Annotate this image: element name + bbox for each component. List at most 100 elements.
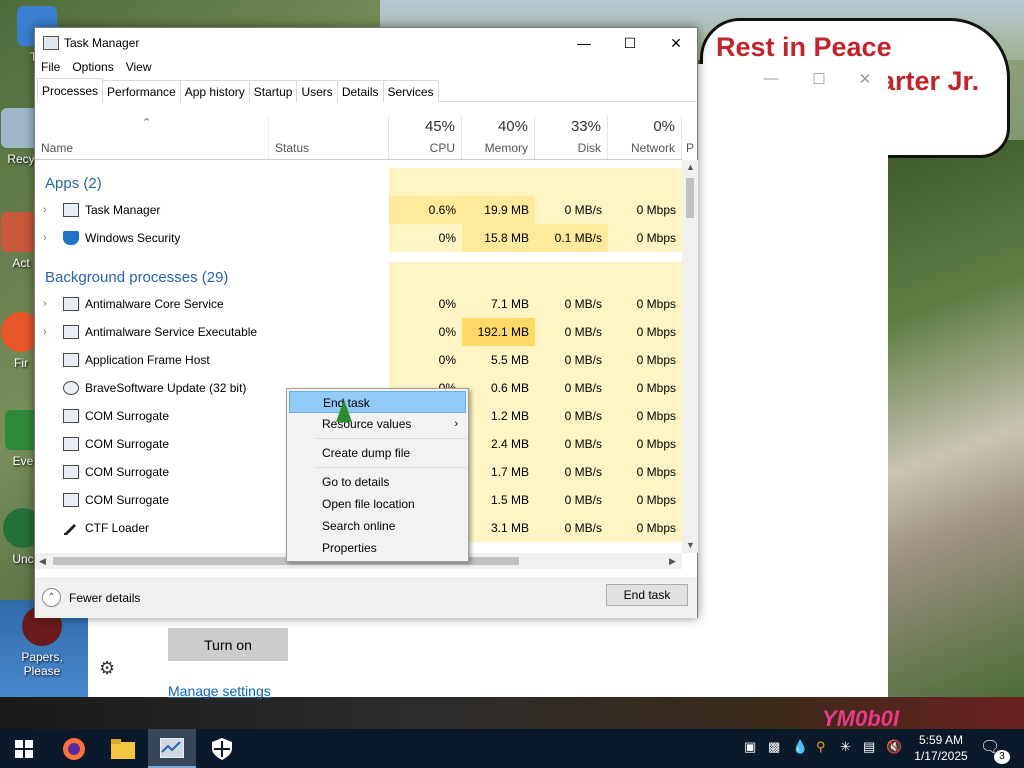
- network-cell: 0 Mbps: [608, 374, 682, 402]
- memory-cell: 15.8 MB: [462, 224, 535, 252]
- chevron-right-icon[interactable]: ›: [43, 326, 47, 338]
- vertical-scrollbar[interactable]: ▲ ▼: [682, 160, 698, 553]
- folder-icon: [111, 738, 135, 759]
- network-cell: 0 Mbps: [608, 224, 682, 252]
- process-name: COM Surrogate: [85, 465, 170, 479]
- system-clock[interactable]: 5:59 AM 1/17/2025: [908, 732, 974, 764]
- column-header-power[interactable]: P: [682, 116, 698, 159]
- network-cell: 0 Mbps: [608, 318, 682, 346]
- column-header-network[interactable]: 0% Network: [608, 116, 682, 159]
- tab-bar: Processes Performance App history Startu…: [37, 78, 697, 102]
- scroll-right-icon[interactable]: ▶: [669, 556, 676, 567]
- menu-bar: File Options View: [35, 58, 158, 78]
- disk-cell: 0 MB/s: [535, 346, 608, 374]
- column-header-memory[interactable]: 40% Memory: [462, 116, 535, 159]
- scroll-up-icon[interactable]: ▲: [686, 162, 695, 172]
- menu-options[interactable]: Options: [66, 58, 119, 78]
- start-button[interactable]: [0, 729, 48, 768]
- taskbar-task-manager[interactable]: [148, 729, 196, 768]
- chevron-right-icon[interactable]: ›: [43, 298, 47, 310]
- tray-app-icon[interactable]: ▩: [768, 739, 780, 755]
- tab-app-history[interactable]: App history: [179, 80, 250, 102]
- table-row[interactable]: › Windows Security 0% 15.8 MB 0.1 MB/s 0…: [35, 224, 682, 252]
- memory-cell: 1.7 MB: [462, 458, 535, 486]
- tray-monitor-icon[interactable]: ▣: [744, 739, 756, 755]
- tab-users[interactable]: Users: [296, 80, 338, 102]
- disk-cell: 0 MB/s: [535, 430, 608, 458]
- tray-volume-muted-icon[interactable]: 🔇: [886, 739, 902, 755]
- disk-cell: 0 MB/s: [535, 196, 608, 224]
- shield-icon: [212, 737, 232, 760]
- disk-cell: 0 MB/s: [535, 318, 608, 346]
- desktop-icon-label: Papers, Please: [21, 650, 63, 678]
- scrollbar-thumb[interactable]: [686, 178, 694, 218]
- tray-network-icon[interactable]: ▤: [863, 739, 875, 755]
- chevron-right-icon[interactable]: ›: [43, 204, 47, 216]
- manage-settings-link[interactable]: Manage settings: [168, 683, 271, 699]
- table-row[interactable]: Application Frame Host 0% 5.5 MB 0 MB/s …: [35, 346, 682, 374]
- menu-view[interactable]: View: [120, 58, 158, 78]
- gear-icon[interactable]: ⚙: [99, 658, 115, 679]
- taskbar: ▣ ▩ 💧 ⚲ ✳ ▤ 🔇 5:59 AM 1/17/2025 🗨 3: [0, 729, 1024, 768]
- turn-on-button[interactable]: Turn on: [168, 628, 288, 661]
- minimize-button[interactable]: —: [561, 28, 607, 58]
- menu-file[interactable]: File: [35, 58, 66, 78]
- menu-item-search-online[interactable]: Search online: [289, 515, 466, 537]
- background-minimize-icon[interactable]: —: [748, 70, 794, 87]
- scroll-down-icon[interactable]: ▼: [686, 540, 695, 550]
- table-row[interactable]: › Antimalware Service Executable 0% 192.…: [35, 318, 682, 346]
- table-row[interactable]: › Antimalware Core Service 0% 7.1 MB 0 M…: [35, 290, 682, 318]
- tab-performance[interactable]: Performance: [102, 80, 181, 102]
- close-button[interactable]: ✕: [653, 28, 699, 58]
- process-name: COM Surrogate: [85, 409, 170, 423]
- network-cell: 0 Mbps: [608, 346, 682, 374]
- network-cell: 0 Mbps: [608, 430, 682, 458]
- disk-cell: 0 MB/s: [535, 514, 608, 542]
- network-cell: 0 Mbps: [608, 402, 682, 430]
- network-cell: 0 Mbps: [608, 458, 682, 486]
- shield-icon: [63, 231, 79, 245]
- maximize-button[interactable]: ☐: [607, 28, 653, 58]
- taskbar-file-explorer[interactable]: [99, 729, 147, 768]
- background-close-icon[interactable]: ✕: [842, 70, 888, 88]
- column-header-cpu[interactable]: 45% CPU: [389, 116, 462, 159]
- background-maximize-icon[interactable]: ☐: [796, 70, 842, 88]
- tab-services[interactable]: Services: [382, 80, 439, 102]
- fewer-details-button[interactable]: ⌃ Fewer details: [42, 588, 140, 607]
- end-task-button[interactable]: End task: [606, 584, 688, 606]
- taskbar-windows-security[interactable]: [198, 729, 246, 768]
- tray-droplet-icon[interactable]: 💧: [792, 739, 808, 755]
- process-name: Antimalware Service Executable: [85, 325, 258, 339]
- clock-time: 5:59 AM: [918, 733, 964, 747]
- menu-item-open-file-location[interactable]: Open file location: [289, 493, 466, 515]
- close-icon: ✕: [670, 34, 682, 51]
- tray-search-icon[interactable]: ⚲: [816, 739, 826, 755]
- menu-item-end-task[interactable]: End task: [289, 391, 466, 413]
- column-label: Status: [275, 141, 310, 155]
- chevron-right-icon[interactable]: ›: [43, 232, 47, 244]
- table-row[interactable]: › Task Manager 0.6% 19.9 MB 0 MB/s 0 Mbp…: [35, 196, 682, 224]
- tray-asterisk-icon[interactable]: ✳: [840, 739, 851, 755]
- speech-bubble-line2: arter Jr.: [880, 66, 980, 96]
- desktop-icon-label: Recy: [7, 152, 35, 166]
- taskbar-firefox[interactable]: [50, 729, 98, 768]
- column-header-name[interactable]: Name: [35, 116, 269, 159]
- scroll-left-icon[interactable]: ◀: [39, 556, 46, 567]
- tab-processes[interactable]: Processes: [37, 78, 104, 102]
- menu-separator: [317, 438, 466, 439]
- menu-item-properties[interactable]: Properties: [289, 537, 466, 559]
- disk-cell: 0.1 MB/s: [535, 224, 608, 252]
- column-header-disk[interactable]: 33% Disk: [535, 116, 608, 159]
- menu-item-create-dump-file[interactable]: Create dump file: [289, 442, 466, 464]
- tab-details[interactable]: Details: [336, 80, 384, 102]
- network-percent: 0%: [653, 118, 675, 135]
- task-manager-icon: [63, 203, 79, 217]
- menu-item-resource-values[interactable]: Resource values ›: [289, 413, 466, 435]
- tab-startup[interactable]: Startup: [248, 80, 298, 102]
- column-header-status[interactable]: Status: [269, 116, 389, 159]
- title-bar[interactable]: Task Manager — ☐ ✕: [35, 28, 697, 58]
- column-label: Memory: [484, 141, 528, 155]
- process-name: Application Frame Host: [85, 353, 210, 367]
- menu-item-go-to-details[interactable]: Go to details: [289, 471, 466, 493]
- heat-cell: [389, 168, 462, 196]
